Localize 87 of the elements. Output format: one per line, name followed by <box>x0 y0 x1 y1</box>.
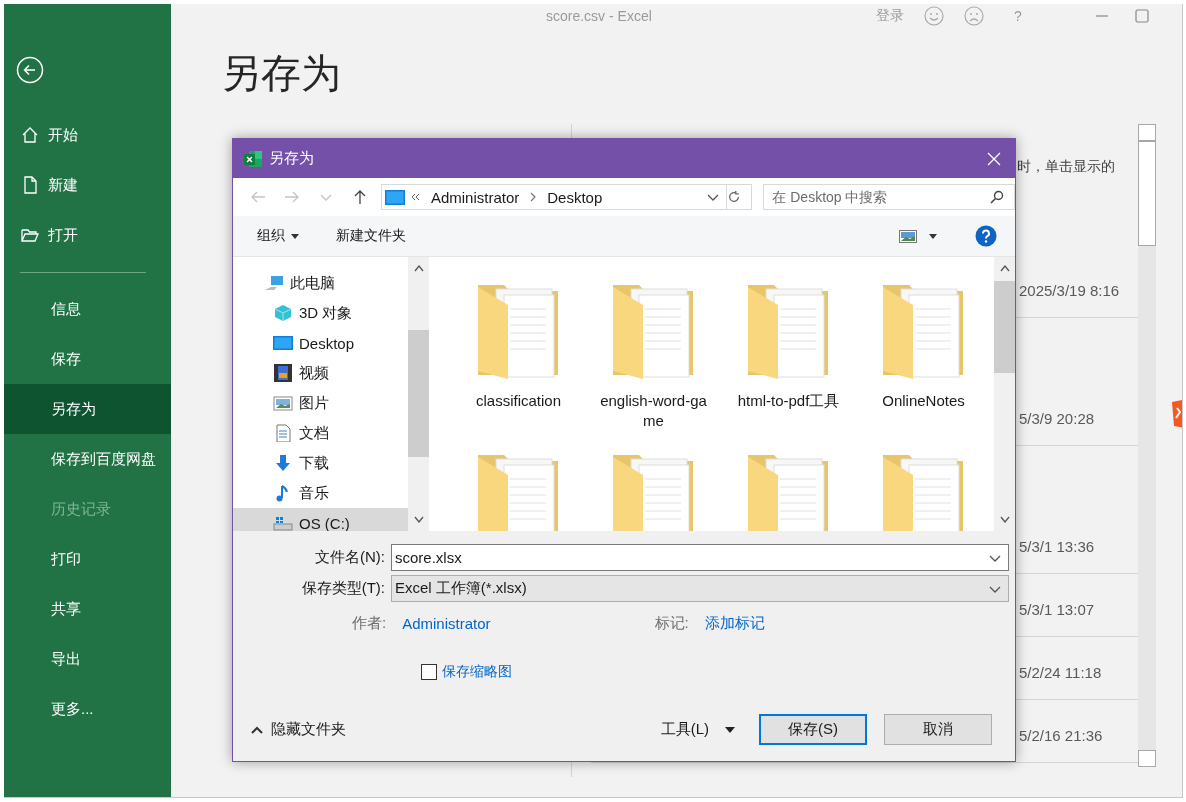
separator-icon[interactable] <box>529 192 538 202</box>
modified-time: 5/3/9 20:28 <box>1019 410 1095 427</box>
nav-item[interactable]: 3D 对象 <box>233 298 408 328</box>
file-name[interactable]: english-word-game <box>594 391 713 431</box>
back-arrow-icon[interactable] <box>249 189 267 205</box>
organize-menu[interactable]: 组织 <box>255 225 301 247</box>
file-name[interactable]: OnlineNotes <box>864 391 983 411</box>
scroll-down-icon[interactable] <box>999 516 1010 523</box>
spreadsheet-icon <box>243 148 263 169</box>
nav-item[interactable]: 图片 <box>233 388 408 418</box>
checkbox-label[interactable]: 保存缩略图 <box>442 663 512 681</box>
sidebar-item[interactable]: 新建 <box>4 160 171 210</box>
sidebar-item[interactable]: 保存 <box>4 334 171 384</box>
tools-menu[interactable]: 工具(L) <box>654 719 741 740</box>
download-icon <box>273 454 293 472</box>
modified-time: 5/2/24 11:18 <box>1019 664 1102 681</box>
view-picture-icon[interactable] <box>899 229 917 243</box>
smile-icon[interactable] <box>924 6 944 26</box>
nav-item[interactable]: 此电脑 <box>233 268 408 298</box>
modified-time: 5/3/1 13:36 <box>1019 538 1095 555</box>
scrollbar[interactable] <box>994 257 1015 531</box>
sidebar-item[interactable]: 打印 <box>4 534 171 584</box>
add-tag-link[interactable]: 添加标记 <box>704 614 765 633</box>
caret-icon[interactable] <box>929 233 937 239</box>
field-label: 保存类型(T): <box>300 579 386 598</box>
chevron-icon <box>410 193 421 201</box>
new-folder-button[interactable]: 新建文件夹 <box>334 225 408 247</box>
modified-time: 5/2/16 21:36 <box>1019 727 1103 744</box>
sidebar-item[interactable]: 共享 <box>4 584 171 634</box>
dropdown-icon[interactable] <box>706 192 721 202</box>
sidebar-item[interactable]: 开始 <box>4 110 171 160</box>
window-title: score.csv - Excel <box>546 8 653 24</box>
chevron-up-icon <box>251 725 263 734</box>
drive-icon <box>273 514 293 531</box>
home-icon <box>20 125 40 145</box>
sidebar-item[interactable]: 打开 <box>4 210 171 260</box>
nav-item[interactable]: Desktop <box>233 328 408 358</box>
back-icon[interactable] <box>16 56 44 84</box>
file-name[interactable]: classification <box>459 391 578 411</box>
close-icon[interactable] <box>987 151 1001 166</box>
caret-icon <box>725 726 735 733</box>
path-segment[interactable]: Administrator <box>430 188 520 206</box>
scrollbar[interactable] <box>408 257 429 531</box>
monitor-icon <box>384 189 405 205</box>
modified-time: 2025/3/19 8:16 <box>1019 282 1120 299</box>
save-button[interactable]: 保存(S) <box>759 714 867 745</box>
scroll-up-icon[interactable] <box>999 265 1010 272</box>
cancel-button[interactable]: 取消 <box>884 714 992 745</box>
scrollbar[interactable] <box>1138 124 1156 767</box>
sidebar-item[interactable]: 更多... <box>4 684 171 734</box>
author-link[interactable]: Administrator <box>402 615 491 632</box>
help-icon[interactable] <box>975 225 997 247</box>
nav-item[interactable]: 文档 <box>233 418 408 448</box>
monitor-icon <box>273 334 293 352</box>
sidebar-item[interactable]: 保存到百度网盘 <box>4 434 171 484</box>
hint-text: 时，单击显示的 <box>1017 158 1116 176</box>
sidebar-item[interactable]: 另存为 <box>4 384 171 434</box>
file-name[interactable]: html-to-pdf工具 <box>729 391 848 411</box>
nav-item[interactable]: 视频 <box>233 358 408 388</box>
checkbox[interactable] <box>421 664 437 680</box>
picture-icon <box>273 394 293 412</box>
page-title: 另存为 <box>220 50 342 97</box>
nav-item[interactable]: OS (C:) <box>233 508 408 531</box>
caret-icon <box>291 233 299 239</box>
sidebar-item[interactable]: 导出 <box>4 634 171 684</box>
refresh-icon[interactable] <box>727 190 742 204</box>
modified-time: 5/3/1 13:07 <box>1019 601 1095 618</box>
field-label: 作者: <box>352 614 387 633</box>
field-label: 标记: <box>654 614 689 633</box>
path-segment[interactable]: Desktop <box>547 188 603 206</box>
field-label: 文件名(N): <box>314 548 386 567</box>
film-icon <box>273 364 293 382</box>
forward-arrow-icon[interactable] <box>282 189 301 205</box>
dialog-title: 另存为 <box>269 149 315 168</box>
nav-item[interactable]: 音乐 <box>233 478 408 508</box>
hide-folders-button[interactable]: 隐藏文件夹 <box>245 719 352 740</box>
scroll-up-icon[interactable] <box>413 265 424 272</box>
file-type-dropdown[interactable]: Excel 工作簿(*.xlsx) <box>391 575 1009 602</box>
document-icon <box>273 424 293 442</box>
scroll-down-icon[interactable] <box>413 516 424 523</box>
computer-icon <box>264 274 284 292</box>
cube-icon <box>273 304 293 322</box>
frown-icon[interactable] <box>964 6 984 26</box>
sidebar-item[interactable]: 信息 <box>4 284 171 334</box>
search-icon[interactable] <box>990 190 1004 204</box>
address-bar[interactable]: Administrator Desktop <box>380 184 753 210</box>
nav-item[interactable]: 下载 <box>233 448 408 478</box>
